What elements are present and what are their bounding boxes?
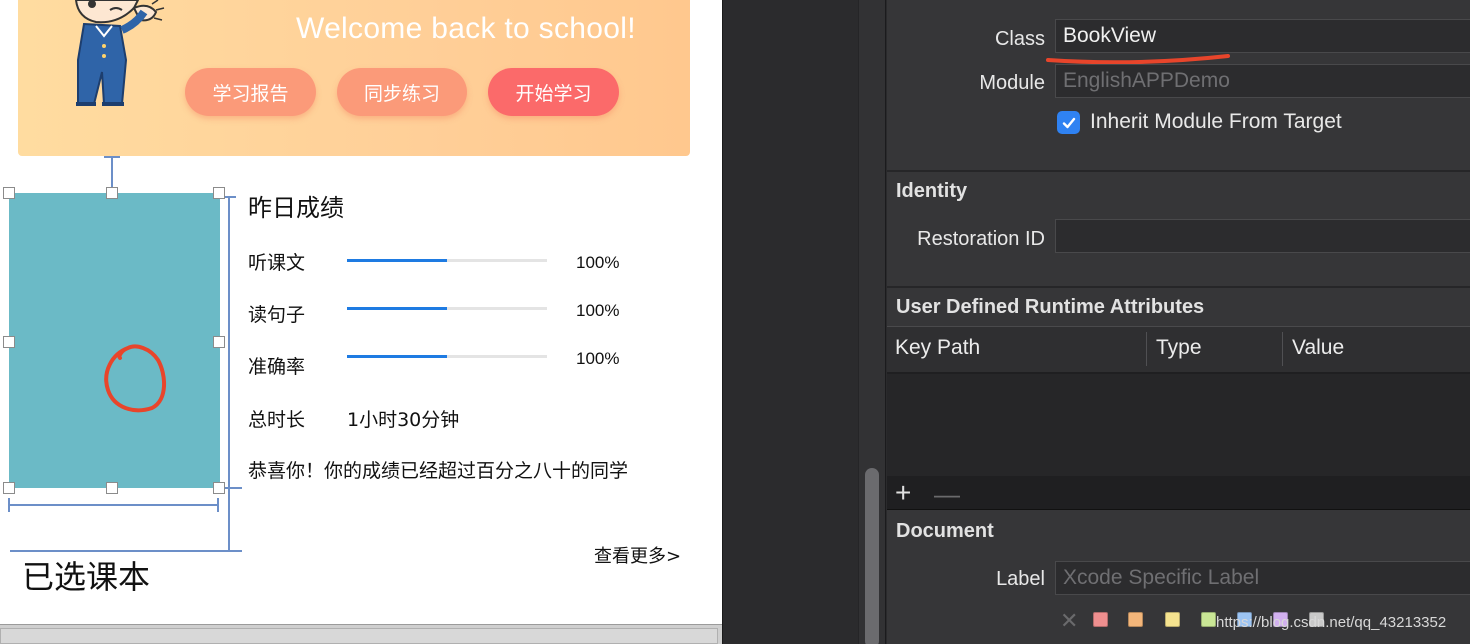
canvas-bottom-view[interactable]	[0, 628, 718, 644]
total-duration-label: 总时长	[248, 409, 306, 431]
inherit-module-label[interactable]: Inherit Module From Target	[1090, 110, 1342, 134]
resize-handle-bottom-left[interactable]	[3, 482, 15, 494]
column-header-key-path[interactable]: Key Path	[895, 336, 980, 360]
resize-handle-bottom-right[interactable]	[213, 482, 225, 494]
add-attribute-icon[interactable]: +	[895, 478, 911, 508]
selected-books-title: 已选课本	[22, 558, 151, 596]
score-progress-track	[347, 355, 547, 358]
column-header-type[interactable]: Type	[1156, 336, 1202, 360]
document-label-label: Label	[996, 568, 1045, 590]
score-percent: 100%	[576, 349, 620, 368]
runtime-attributes-section-title: User Defined Runtime Attributes	[896, 296, 1205, 318]
view-more-link[interactable]: 查看更多>	[594, 542, 681, 568]
section-separator	[887, 286, 1470, 288]
top-constraint-cap	[104, 156, 120, 158]
remove-attribute-icon[interactable]: —	[934, 480, 960, 508]
resize-handle-top-left[interactable]	[3, 187, 15, 199]
sync-practice-button[interactable]: 同步练习	[337, 68, 467, 116]
identity-section-title: Identity	[896, 180, 968, 202]
score-percent: 100%	[576, 301, 620, 320]
welcome-text: Welcome back to school!	[296, 12, 636, 45]
trailing-constraint-line[interactable]	[228, 196, 230, 551]
section-separator	[887, 170, 1470, 172]
book-view-selected[interactable]	[9, 193, 220, 488]
clear-color-icon[interactable]: ✕	[1060, 608, 1078, 634]
resize-handle-right[interactable]	[213, 336, 225, 348]
score-progress-track	[347, 307, 547, 310]
table-toolbar	[887, 476, 1470, 510]
red-annotation-circle	[104, 344, 166, 413]
watermark-text: https://blog.csdn.net/qq_43213352	[1216, 614, 1447, 631]
checkmark-icon	[1062, 117, 1075, 128]
label-color-swatch-green[interactable]	[1201, 612, 1216, 627]
study-report-button[interactable]: 学习报告	[185, 68, 316, 116]
column-header-value[interactable]: Value	[1292, 336, 1344, 360]
cartoon-mascot-illustration	[74, 0, 165, 106]
resize-handle-left[interactable]	[3, 336, 15, 348]
class-label: Class	[994, 28, 1045, 50]
score-progress-fill	[347, 355, 447, 358]
column-divider	[1282, 332, 1283, 366]
score-progress-fill	[347, 259, 447, 262]
editor-gap	[722, 0, 858, 644]
restoration-id-label: Restoration ID	[917, 228, 1045, 250]
score-progress-track	[347, 259, 547, 262]
congrats-message: 恭喜你！你的成绩已经超过百分之八十的同学	[248, 460, 629, 482]
width-constraint-line[interactable]	[9, 504, 219, 506]
height-tick	[222, 487, 242, 489]
resize-handle-top-right[interactable]	[213, 187, 225, 199]
score-row-label: 读句子	[248, 304, 306, 326]
resize-handle-bottom[interactable]	[106, 482, 118, 494]
storyboard-canvas[interactable]: Welcome back to school! 学习报告 同步练习 开始学习 昨…	[0, 0, 722, 644]
inherit-module-checkbox[interactable]	[1057, 111, 1080, 134]
total-duration-value: 1小时30分钟	[347, 409, 460, 431]
label-color-swatch-red[interactable]	[1093, 612, 1108, 627]
document-section-title: Document	[896, 520, 994, 542]
score-row-label: 准确率	[248, 356, 306, 378]
column-divider	[1146, 332, 1147, 366]
restoration-id-field[interactable]	[1055, 219, 1470, 253]
width-constraint-cap-left	[8, 498, 10, 512]
width-constraint-cap-right	[217, 498, 219, 512]
module-label: Module	[979, 72, 1045, 94]
label-color-swatch-orange[interactable]	[1128, 612, 1143, 627]
label-color-swatch-yellow[interactable]	[1165, 612, 1180, 627]
score-percent: 100%	[576, 253, 620, 272]
resize-handle-top[interactable]	[106, 187, 118, 199]
yesterday-score-title: 昨日成绩	[248, 194, 344, 222]
inspector-scroll-thumb[interactable]	[865, 468, 879, 644]
document-label-field[interactable]: Xcode Specific Label	[1055, 561, 1470, 595]
score-progress-fill	[347, 307, 447, 310]
start-learning-button[interactable]: 开始学习	[488, 68, 619, 116]
class-field[interactable]: BookView	[1055, 19, 1470, 53]
module-field[interactable]: EnglishAPPDemo	[1055, 64, 1470, 98]
score-row-label: 听课文	[248, 252, 306, 274]
runtime-attributes-table-body[interactable]	[887, 374, 1470, 476]
